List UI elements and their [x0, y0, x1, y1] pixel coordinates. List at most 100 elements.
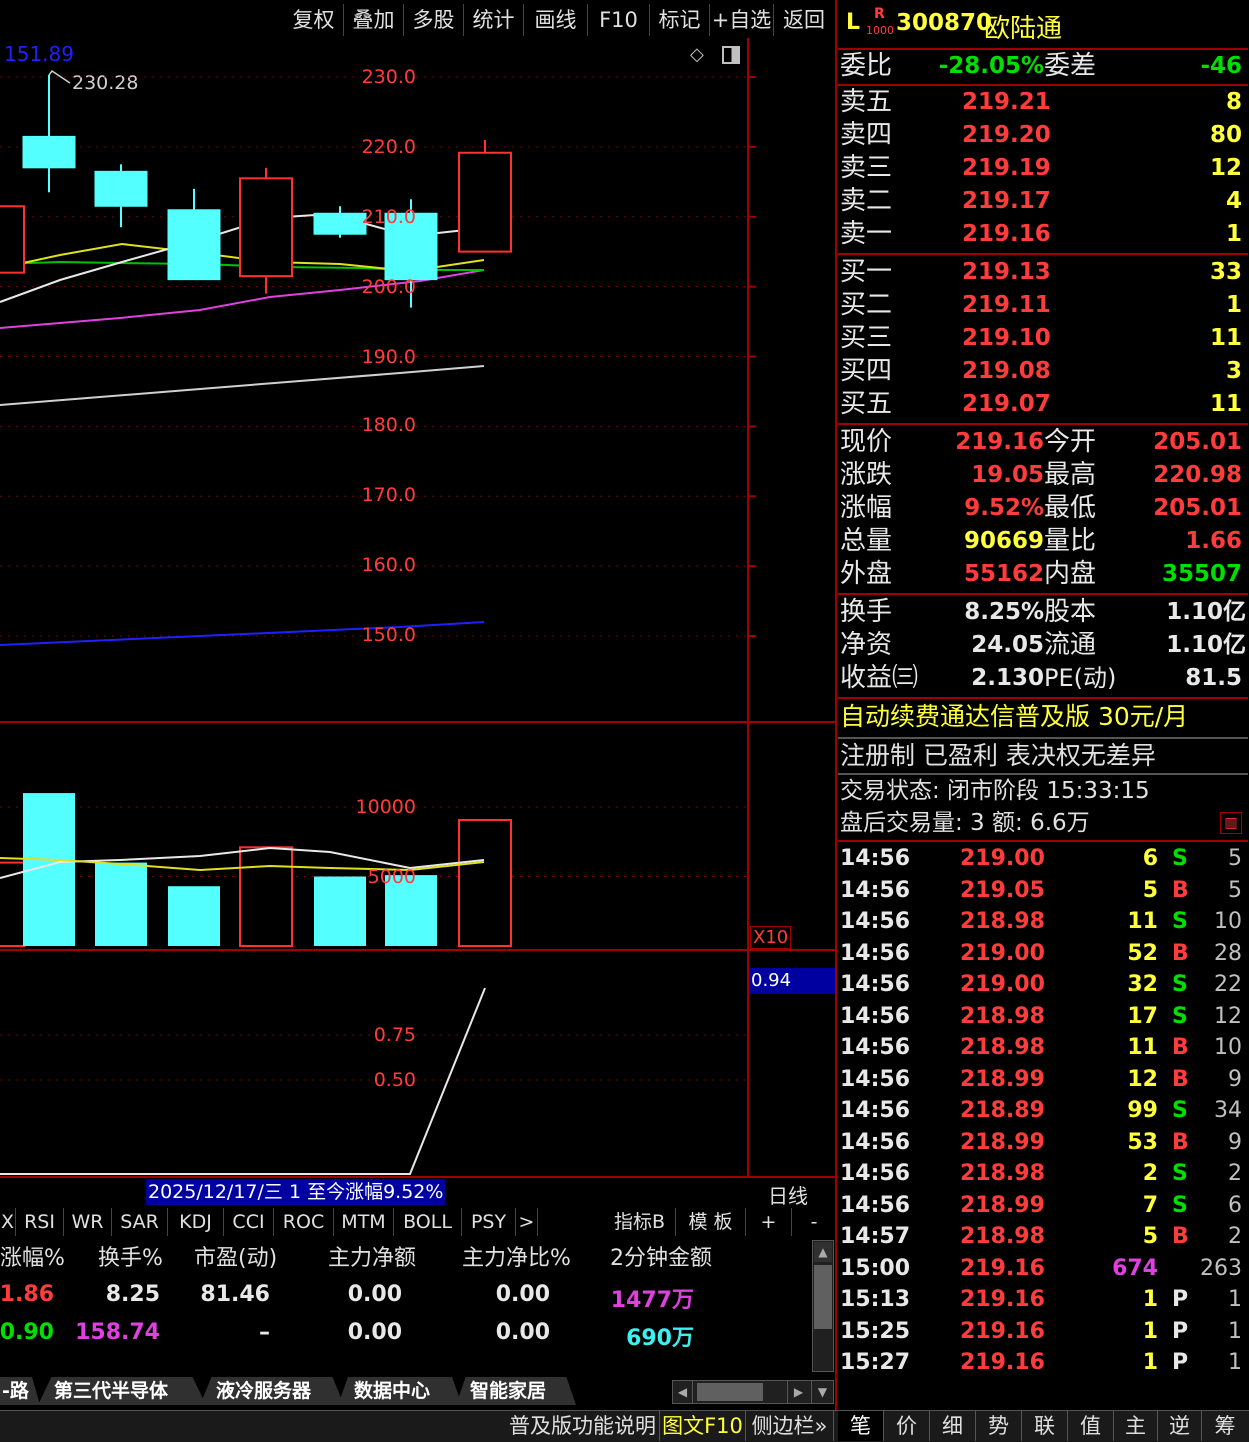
tab-related[interactable]: 联	[1022, 1411, 1068, 1441]
tab-indicator-b[interactable]: 指标B	[604, 1208, 676, 1236]
tab-reverse[interactable]: 逆	[1158, 1411, 1202, 1441]
tick-row[interactable]: 14:56 218.99 12 B 9	[838, 1064, 1248, 1095]
col-header[interactable]: 主力净比%	[462, 1240, 571, 1272]
tab-trend[interactable]: 势	[976, 1411, 1022, 1441]
tick-time: 14:56	[840, 1192, 911, 1218]
chart-area[interactable]: 复权 叠加 多股 统计 画线 F10 标记 +自选 返回 151.89 230.…	[0, 0, 836, 1410]
tab-rsi[interactable]: RSI	[16, 1208, 64, 1236]
tick-row[interactable]: 14:56 218.89 99 S 34	[838, 1095, 1248, 1126]
scroll-up-icon[interactable]: ▲	[814, 1242, 832, 1262]
sell-level[interactable]: 卖三 219.19 12	[838, 152, 1248, 185]
candle-body-down	[167, 209, 221, 281]
toolbar-zixuan[interactable]: +自选	[710, 4, 774, 36]
f10-link[interactable]: 图文F10	[660, 1411, 746, 1441]
tab-value[interactable]: 值	[1068, 1411, 1114, 1441]
col-header[interactable]: 涨幅%	[0, 1240, 65, 1272]
tick-row[interactable]: 15:00 219.16 674 263	[838, 1253, 1248, 1284]
tick-row[interactable]: 14:56 219.00 52 B 28	[838, 938, 1248, 969]
sector-scrollbar[interactable]: ◀ ▶ ▼	[672, 1380, 834, 1404]
tab-x[interactable]: X	[0, 1208, 16, 1236]
buy-level[interactable]: 买三 219.10 11	[838, 322, 1248, 355]
scroll-thumb[interactable]	[814, 1265, 832, 1329]
sector-tab[interactable]: 智能家居	[456, 1377, 576, 1405]
sell-level[interactable]: 卖二 219.17 4	[838, 185, 1248, 218]
toolbar-back[interactable]: 返回	[774, 4, 834, 36]
zoom-out-button[interactable]: -	[792, 1208, 836, 1236]
toolbar-biaoji[interactable]: 标记	[650, 4, 710, 36]
col-header[interactable]: 2分钟金额	[610, 1240, 712, 1272]
tick-row[interactable]: 15:25 219.16 1 P 1	[838, 1316, 1248, 1347]
sector-tab[interactable]: 数据中心	[338, 1377, 462, 1405]
tab-wr[interactable]: WR	[64, 1208, 112, 1236]
toolbar-diejia[interactable]: 叠加	[344, 4, 404, 36]
table-row[interactable]: 1.86 8.25 81.46 0.00 0.00 1477万	[0, 1280, 812, 1314]
tick-direction: S	[1172, 909, 1188, 934]
tick-list[interactable]: 14:56 219.00 6 S 5 14:56 219.05 5 B 5 14:56 218.98 1…	[838, 843, 1248, 1383]
tick-row[interactable]: 14:56 219.05 5 B 5	[838, 875, 1248, 906]
help-link[interactable]: 普及版功能说明	[506, 1411, 660, 1441]
toolbar-f10[interactable]: F10	[588, 4, 650, 36]
tick-row[interactable]: 14:56 218.98 17 S 12	[838, 1001, 1248, 1032]
scroll-left-icon[interactable]: ◀	[673, 1381, 693, 1403]
tick-row[interactable]: 14:56 218.98 11 S 10	[838, 906, 1248, 937]
tick-row[interactable]: 14:56 218.98 2 S 2	[838, 1158, 1248, 1189]
candlestick-chart[interactable]	[0, 38, 836, 1178]
col-header[interactable]: 主力净额	[328, 1240, 416, 1272]
stat-label: 今开	[1044, 427, 1097, 457]
buy-level[interactable]: 买一 219.13 33	[838, 256, 1248, 289]
stat-label: 换手	[840, 597, 893, 627]
buy-level[interactable]: 买二 219.11 1	[838, 289, 1248, 322]
toolbar-huaxian[interactable]: 画线	[524, 4, 588, 36]
chart-icon[interactable]: ▥	[1220, 812, 1242, 834]
zoom-in-button[interactable]: +	[746, 1208, 792, 1236]
col-header[interactable]: 换手%	[98, 1240, 163, 1272]
tick-row[interactable]: 15:27 219.16 1 P 1	[838, 1347, 1248, 1378]
tab-roc[interactable]: ROC	[274, 1208, 334, 1236]
promo-banner[interactable]: 自动续费通达信普及版 30元/月	[840, 700, 1248, 734]
sell-level[interactable]: 卖四 219.20 80	[838, 119, 1248, 152]
tab-template[interactable]: 模 板	[676, 1208, 746, 1236]
tick-row[interactable]: 14:56 219.00 6 S 5	[838, 843, 1248, 874]
tick-row[interactable]: 14:56 218.98 11 B 10	[838, 1032, 1248, 1063]
tick-row[interactable]: 14:56 218.99 53 B 9	[838, 1127, 1248, 1158]
stock-header[interactable]: L R 1000 300870 欧陆通	[838, 0, 1248, 48]
sell-level[interactable]: 卖五 219.21 8	[838, 86, 1248, 119]
buy-level[interactable]: 买四 219.08 3	[838, 355, 1248, 388]
buy-level[interactable]: 买五 219.07 11	[838, 388, 1248, 421]
tick-row[interactable]: 15:13 219.16 1 P 1	[838, 1284, 1248, 1315]
toolbar-tongji[interactable]: 统计	[464, 4, 524, 36]
scroll-right-icon[interactable]: ▶	[787, 1381, 809, 1403]
tick-row[interactable]: 14:57 218.98 5 B 2	[838, 1221, 1248, 1252]
tick-row[interactable]: 14:56 219.00 32 S 22	[838, 969, 1248, 1000]
sell-level[interactable]: 卖一 219.16 1	[838, 218, 1248, 251]
table-row[interactable]: -0.90 158.74 – 0.00 0.00 690万	[0, 1318, 812, 1352]
tick-direction: B	[1172, 1035, 1189, 1060]
sector-tab[interactable]: 液冷服务器	[200, 1377, 344, 1405]
registration-info: 注册制 已盈利 表决权无差异	[840, 741, 1156, 770]
tab-cci[interactable]: CCI	[224, 1208, 274, 1236]
tab-boll[interactable]: BOLL	[394, 1208, 462, 1236]
scroll-down-icon[interactable]: ▼	[811, 1381, 833, 1403]
tab-chips[interactable]: 筹	[1202, 1411, 1248, 1441]
sidebar-toggle[interactable]: 侧边栏»	[746, 1411, 834, 1441]
tick-price: 218.98	[960, 1161, 1045, 1186]
scroll-thumb[interactable]	[697, 1383, 763, 1401]
toolbar-duogu[interactable]: 多股	[404, 4, 464, 36]
tab-main[interactable]: 主	[1114, 1411, 1158, 1441]
toolbar-fuquan[interactable]: 复权	[284, 4, 344, 36]
tab-price[interactable]: 价	[884, 1411, 930, 1441]
table-scrollbar[interactable]: ▲	[812, 1240, 834, 1372]
tab-psy[interactable]: PSY	[462, 1208, 516, 1236]
sector-tab[interactable]: 第三代半导体	[38, 1377, 206, 1405]
tab-more[interactable]: >	[516, 1208, 538, 1236]
col-header[interactable]: 市盈(动)	[194, 1240, 277, 1272]
tab-kdj[interactable]: KDJ	[168, 1208, 224, 1236]
tick-row[interactable]: 14:56 218.99 7 S 6	[838, 1190, 1248, 1221]
tab-detail[interactable]: 细	[930, 1411, 976, 1441]
tab-sar[interactable]: SAR	[112, 1208, 168, 1236]
tab-mtm[interactable]: MTM	[334, 1208, 394, 1236]
period-label[interactable]: 日线	[768, 1180, 808, 1209]
level-volume: 8	[1225, 89, 1242, 115]
sector-tab[interactable]: -路	[0, 1377, 40, 1405]
tab-trades[interactable]: 笔	[838, 1411, 884, 1441]
